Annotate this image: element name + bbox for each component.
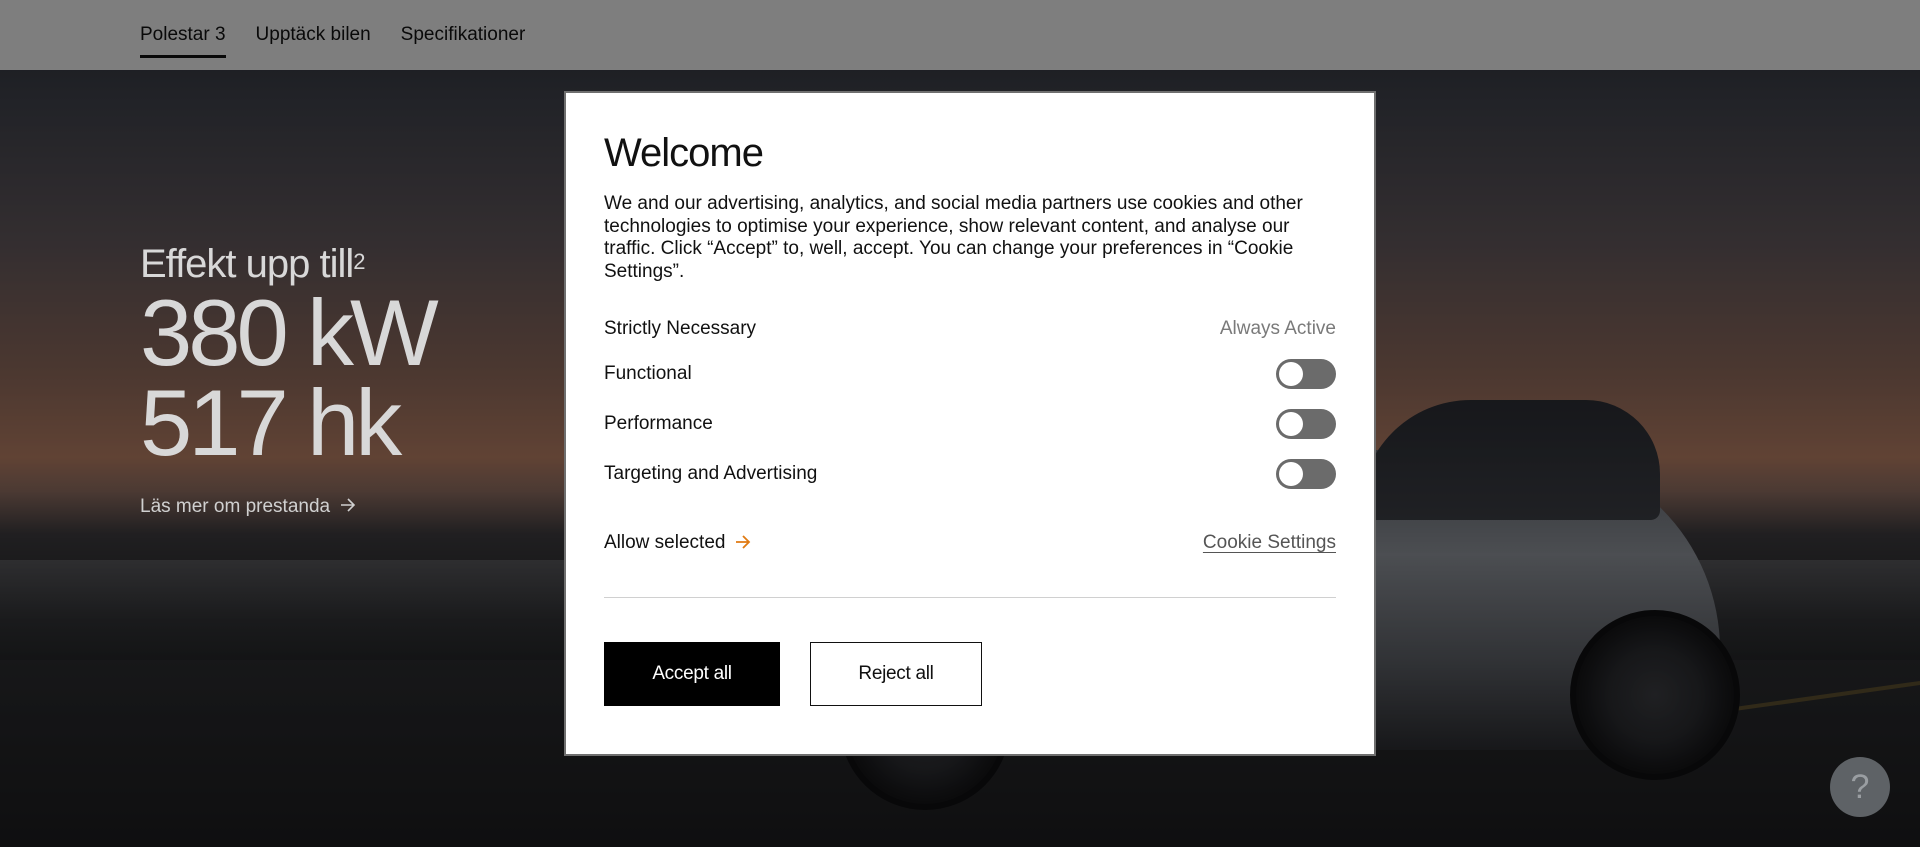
toggle-knob [1279, 412, 1303, 436]
targeting-toggle[interactable] [1276, 459, 1336, 489]
toggle-knob [1279, 362, 1303, 386]
consent-label: Strictly Necessary [604, 318, 757, 339]
footnote-marker: 2 [353, 249, 365, 274]
accept-all-button[interactable]: Accept all [604, 642, 780, 706]
hero-power-kw: 380 kW [140, 280, 439, 385]
cookie-settings-link[interactable]: Cookie Settings [1203, 532, 1336, 554]
consent-row-strictly-necessary: Strictly Necessary Always Active [604, 309, 1336, 349]
consent-label: Targeting and Advertising [604, 463, 818, 484]
always-active-status: Always Active [1219, 318, 1336, 339]
allow-selected-button[interactable]: Allow selected [604, 532, 751, 555]
consent-row-targeting: Targeting and Advertising [604, 449, 1336, 499]
performance-toggle[interactable] [1276, 409, 1336, 439]
dialog-description: We and our advertising, analytics, and s… [604, 193, 1303, 282]
consent-label: Performance [604, 413, 713, 434]
functional-toggle[interactable] [1276, 359, 1336, 389]
dialog-actions: Accept all Reject all [604, 642, 1336, 706]
hero-text: Effekt upp till2 380 kW 517 hk Läs mer o… [140, 240, 439, 518]
arrow-right-icon [340, 496, 356, 518]
allow-row: Allow selected Cookie Settings [604, 523, 1336, 563]
divider [604, 597, 1336, 598]
consent-label: Functional [604, 363, 692, 384]
consent-row-performance: Performance [604, 399, 1336, 449]
cookie-consent-dialog: Welcome We and our advertising, analytic… [564, 91, 1376, 756]
arrow-right-icon [735, 532, 751, 555]
nav-overlay [0, 0, 1920, 70]
performance-link-label: Läs mer om prestanda [140, 496, 331, 517]
hero-power-hk: 517 hk [140, 370, 402, 475]
reject-all-button[interactable]: Reject all [810, 642, 982, 706]
dialog-title: Welcome [604, 131, 764, 175]
allow-selected-label: Allow selected [604, 532, 726, 553]
performance-link[interactable]: Läs mer om prestanda [140, 496, 435, 518]
consent-row-functional: Functional [604, 349, 1336, 399]
toggle-knob [1279, 462, 1303, 486]
help-button[interactable]: ? [1830, 757, 1890, 817]
consent-category-list: Strictly Necessary Always Active Functio… [604, 309, 1336, 499]
